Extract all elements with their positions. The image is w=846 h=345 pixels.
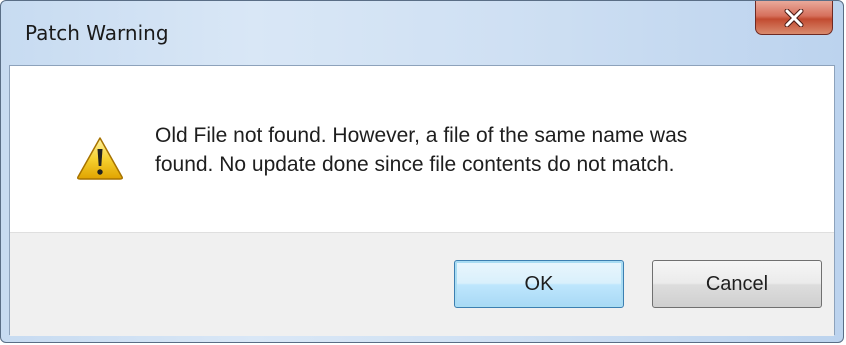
message-line-2: found. No update done since file content…: [155, 153, 675, 176]
message-line-1: Old File not found. However, a file of t…: [155, 124, 688, 147]
close-icon: [784, 8, 804, 27]
message-area: Old File not found. However, a file of t…: [10, 66, 834, 232]
warning-icon: [77, 137, 123, 180]
ok-button[interactable]: OK: [454, 260, 624, 308]
title-bar[interactable]: Patch Warning: [1, 1, 843, 65]
button-bar: OK Cancel: [10, 232, 834, 336]
cancel-button[interactable]: Cancel: [652, 260, 822, 308]
dialog-body: Old File not found. However, a file of t…: [9, 65, 835, 336]
close-button[interactable]: [755, 1, 833, 35]
warning-message: Old File not found. However, a file of t…: [155, 121, 815, 179]
window-title: Patch Warning: [25, 21, 169, 45]
dialog-window: Patch Warning Old File not found. Howeve…: [0, 0, 844, 343]
